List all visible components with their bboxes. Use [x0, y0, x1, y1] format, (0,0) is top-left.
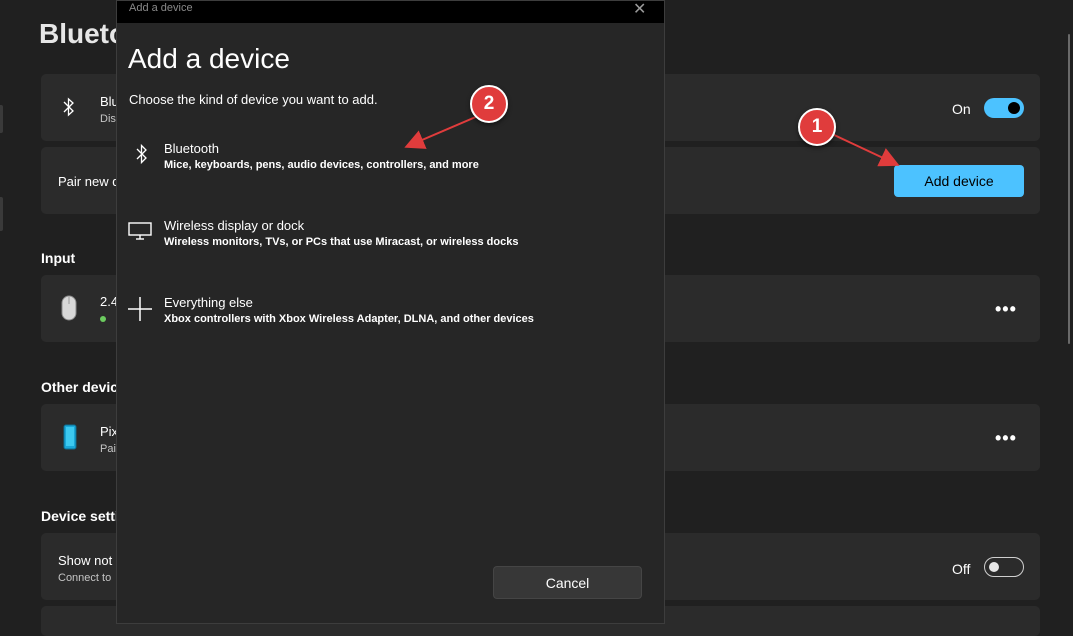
- annotation-arrow-1: [831, 133, 900, 167]
- annotation-overlay: [404, 115, 900, 167]
- annotation-badge-1: 1: [798, 108, 836, 146]
- annotation-arrow-2: [404, 115, 479, 149]
- annotation-badge-2: 2: [470, 85, 508, 123]
